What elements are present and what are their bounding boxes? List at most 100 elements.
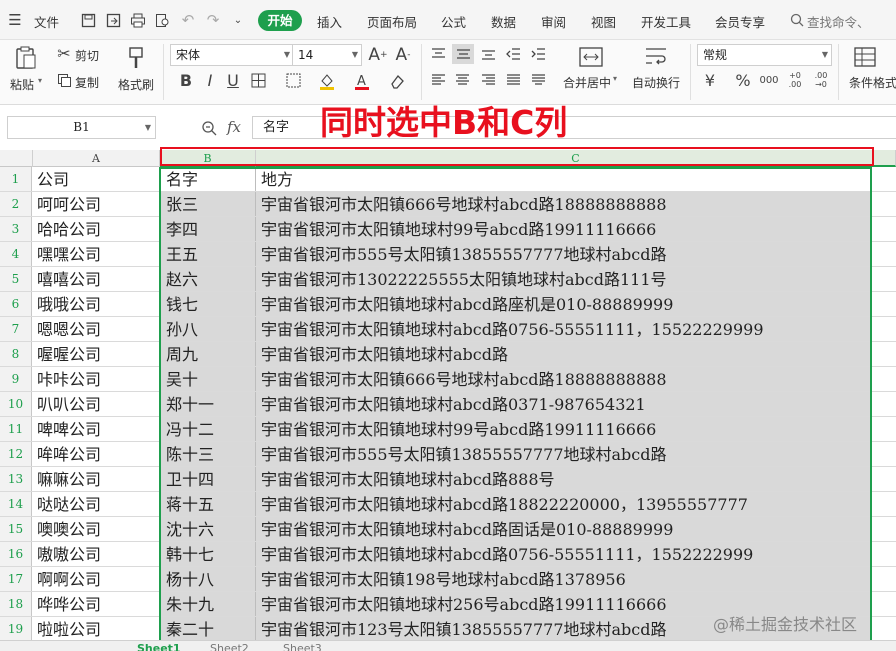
name-box[interactable]: B1 ▼	[7, 116, 156, 139]
cell-b[interactable]: 名字	[160, 167, 256, 191]
tab-insert[interactable]: 插入	[317, 12, 342, 31]
cell-c[interactable]: 宇宙省银河市太阳镇666号地球村abcd路18888888888	[256, 367, 871, 391]
row-header[interactable]: 12	[0, 442, 32, 466]
cell-b[interactable]: 秦二十	[160, 617, 256, 641]
scissors-icon[interactable]: ✂	[55, 44, 73, 62]
copy-icon[interactable]	[55, 71, 73, 89]
tab-developer[interactable]: 开发工具	[641, 12, 691, 31]
font-grow-icon[interactable]: A+	[368, 45, 388, 65]
cell-b[interactable]: 张三	[160, 192, 256, 216]
align-center-icon[interactable]	[452, 70, 472, 90]
sheet-tab-1[interactable]: Sheet1	[137, 642, 181, 651]
row-header[interactable]: 9	[0, 367, 32, 391]
cell-a[interactable]: 噢噢公司	[33, 517, 160, 541]
auto-wrap-button[interactable]: 自动换行	[632, 74, 680, 91]
align-left-icon[interactable]	[428, 70, 448, 90]
cell-c[interactable]: 宇宙省银河市太阳镇地球村abcd路888号	[256, 467, 871, 491]
cell-a[interactable]: 呵呵公司	[33, 192, 160, 216]
cell-a[interactable]: 啦啦公司	[33, 617, 160, 641]
cell-b[interactable]: 朱十九	[160, 592, 256, 616]
eraser-icon[interactable]	[386, 70, 408, 92]
cell-a[interactable]: 嗷嗷公司	[33, 542, 160, 566]
tab-member[interactable]: 会员专享	[715, 12, 765, 31]
cell-c[interactable]: 宇宙省银河市太阳镇地球村abcd路固话是010-88889999	[256, 517, 871, 541]
row-header[interactable]: 1	[0, 167, 32, 191]
tab-start[interactable]: 开始	[258, 10, 302, 31]
row-header[interactable]: 2	[0, 192, 32, 216]
tab-formula[interactable]: 公式	[441, 12, 466, 31]
cell-b[interactable]: 韩十七	[160, 542, 256, 566]
hamburger-icon[interactable]: ☰	[5, 10, 25, 30]
cell-b[interactable]: 冯十二	[160, 417, 256, 441]
font-shrink-icon[interactable]: A-	[393, 45, 413, 65]
cell-a[interactable]: 叭叭公司	[33, 392, 160, 416]
border-icon[interactable]	[248, 70, 268, 90]
conditional-format-icon[interactable]	[852, 44, 878, 70]
row-header[interactable]: 6	[0, 292, 32, 316]
cell-b[interactable]: 钱七	[160, 292, 256, 316]
tab-data[interactable]: 数据	[491, 12, 516, 31]
column-header-a[interactable]: A	[33, 150, 160, 167]
tab-view[interactable]: 视图	[591, 12, 616, 31]
indent-decrease-icon[interactable]	[503, 44, 523, 64]
cell-b[interactable]: 周九	[160, 342, 256, 366]
cell-c[interactable]: 宇宙省银河市太阳镇198号地球村abcd路1378956	[256, 567, 871, 591]
underline-icon[interactable]: U	[223, 70, 243, 90]
row-header[interactable]: 11	[0, 417, 32, 441]
fill-color-icon[interactable]	[316, 70, 338, 92]
indent-increase-icon[interactable]	[528, 44, 548, 64]
search-command[interactable]: 查找命令、	[807, 12, 870, 31]
sheet-tab-3[interactable]: Sheet3	[283, 642, 322, 651]
cell-c[interactable]: 宇宙省银河市太阳镇666号地球村abcd路18888888888	[256, 192, 871, 216]
chevron-down-icon[interactable]: ▾	[38, 76, 42, 85]
cell-b[interactable]: 吴十	[160, 367, 256, 391]
cell-c[interactable]: 宇宙省银河市太阳镇地球村abcd路座机是010-88889999	[256, 292, 871, 316]
font-color-icon[interactable]: A	[351, 70, 373, 92]
cell-b[interactable]: 陈十三	[160, 442, 256, 466]
format-painter-button[interactable]: 格式刷	[118, 76, 154, 93]
cell-b[interactable]: 孙八	[160, 317, 256, 341]
row-header[interactable]: 4	[0, 242, 32, 266]
row-header[interactable]: 3	[0, 217, 32, 241]
conditional-format-button[interactable]: 条件格式	[849, 74, 896, 91]
copy-button[interactable]: 复制	[75, 74, 99, 91]
preview-icon[interactable]	[152, 10, 172, 30]
cell-a[interactable]: 公司	[33, 167, 160, 191]
undo-icon[interactable]: ↶	[178, 10, 198, 30]
align-top-icon[interactable]	[428, 44, 448, 64]
font-name-select[interactable]: 宋体 ▼	[170, 44, 294, 66]
cell-c[interactable]: 宇宙省银河市太阳镇地球村abcd路0756-55551111，155222299…	[256, 317, 871, 341]
cell-b[interactable]: 卫十四	[160, 467, 256, 491]
cell-b[interactable]: 王五	[160, 242, 256, 266]
cell-a[interactable]: 嘛嘛公司	[33, 467, 160, 491]
align-bottom-icon[interactable]	[478, 44, 498, 64]
cell-a[interactable]: 喔喔公司	[33, 342, 160, 366]
decrease-decimal-icon[interactable]: .00→0	[810, 68, 832, 92]
increase-decimal-icon[interactable]: +0.00	[784, 68, 806, 92]
save-icon[interactable]	[78, 10, 98, 30]
row-header[interactable]: 19	[0, 617, 32, 641]
cell-a[interactable]: 哒哒公司	[33, 492, 160, 516]
cell-a[interactable]: 嗯嗯公司	[33, 317, 160, 341]
distribute-icon[interactable]	[528, 70, 548, 90]
cell-b[interactable]: 李四	[160, 217, 256, 241]
row-header[interactable]: 14	[0, 492, 32, 516]
cell-c[interactable]: 宇宙省银河市太阳镇地球村99号abcd路19911116666	[256, 217, 871, 241]
cell-a[interactable]: 啤啤公司	[33, 417, 160, 441]
justify-icon[interactable]	[503, 70, 523, 90]
cell-c[interactable]: 宇宙省银河市太阳镇地球村99号abcd路19911116666	[256, 417, 871, 441]
export-icon[interactable]	[103, 10, 123, 30]
cell-c[interactable]: 宇宙省银河市555号太阳镇13855557777地球村abcd路	[256, 442, 871, 466]
more-icon[interactable]: ⌄	[228, 10, 248, 30]
cell-c[interactable]: 宇宙省银河市555号太阳镇13855557777地球村abcd路	[256, 242, 871, 266]
fill-style-icon[interactable]	[283, 70, 303, 90]
percent-icon[interactable]: %	[733, 70, 753, 90]
zoom-icon[interactable]	[201, 120, 217, 139]
print-icon[interactable]	[128, 10, 148, 30]
fx-icon[interactable]: fx	[227, 118, 241, 136]
italic-icon[interactable]: I	[200, 70, 220, 90]
cell-b[interactable]: 蒋十五	[160, 492, 256, 516]
row-header[interactable]: 18	[0, 592, 32, 616]
cell-b[interactable]: 赵六	[160, 267, 256, 291]
sheet-tab-2[interactable]: Sheet2	[210, 642, 249, 651]
